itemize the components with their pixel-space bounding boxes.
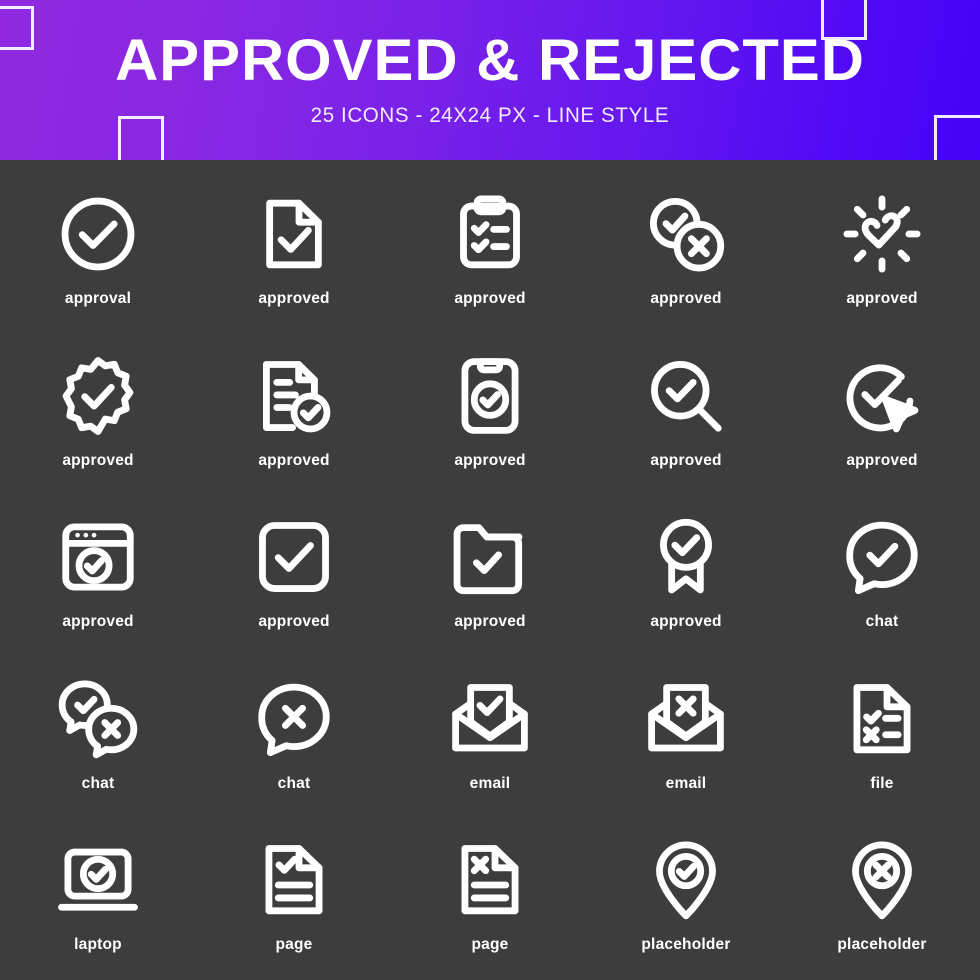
page-subtitle: 25 ICONS - 24X24 PX - LINE STYLE — [310, 104, 670, 127]
clipboard-checklist-icon[interactable] — [442, 186, 538, 282]
icon-label: approved — [846, 290, 918, 307]
chat-bubble-cross-icon[interactable] — [246, 671, 342, 767]
check-shine-burst-icon[interactable] — [834, 186, 930, 282]
envelope-open-cross-icon[interactable] — [638, 671, 734, 767]
icon-cell[interactable]: email — [392, 657, 588, 819]
chat-bubbles-check-cross-icon[interactable] — [50, 671, 146, 767]
envelope-open-check-icon[interactable] — [442, 671, 538, 767]
icon-cell[interactable]: placeholder — [784, 818, 980, 980]
check-circle-icon[interactable] — [50, 186, 146, 282]
map-pin-cross-icon[interactable] — [834, 832, 930, 928]
icon-cell[interactable]: approved — [196, 334, 392, 496]
icon-cell[interactable]: chat — [196, 657, 392, 819]
header-banner: APPROVED & REJECTED 25 ICONS - 24X24 PX … — [0, 0, 980, 160]
icon-cell[interactable]: email — [588, 657, 784, 819]
icon-label: chat — [81, 774, 115, 792]
icon-cell[interactable]: approved — [784, 172, 980, 334]
icon-label: approved — [258, 613, 330, 631]
page-check-lines-icon[interactable] — [246, 832, 342, 928]
icon-cell[interactable]: placeholder — [588, 818, 784, 980]
icon-label: approved — [258, 290, 330, 307]
browser-window-check-icon[interactable] — [50, 509, 146, 605]
badge-starburst-check-icon[interactable] — [50, 348, 146, 444]
icon-label: chat — [277, 774, 311, 792]
icon-cell[interactable]: page — [196, 818, 392, 980]
icon-cell[interactable]: page — [392, 818, 588, 980]
icon-label: approved — [62, 613, 134, 631]
icon-label: approval — [64, 290, 132, 307]
icon-cell[interactable]: approval — [0, 172, 196, 334]
icon-label: page — [471, 936, 509, 954]
laptop-check-icon[interactable] — [50, 832, 146, 928]
icon-cell[interactable]: approved — [0, 495, 196, 657]
icon-cell[interactable]: approved — [588, 172, 784, 334]
award-ribbon-check-icon[interactable] — [638, 509, 734, 605]
icon-cell[interactable]: approved — [0, 334, 196, 496]
mobile-check-icon[interactable] — [442, 348, 538, 444]
icon-label: email — [665, 774, 707, 792]
magnifier-check-icon[interactable] — [638, 348, 734, 444]
icon-cell[interactable]: chat — [0, 657, 196, 819]
icon-label: approved — [454, 451, 526, 469]
icon-label: approved — [454, 613, 526, 631]
circle-check-cursor-icon[interactable] — [834, 348, 930, 444]
icon-cell[interactable]: approved — [392, 172, 588, 334]
page-cross-lines-icon[interactable] — [442, 832, 538, 928]
page-title: APPROVED & REJECTED — [115, 28, 865, 93]
chat-bubble-check-icon[interactable] — [834, 509, 930, 605]
icon-label: laptop — [74, 936, 122, 954]
icon-cell[interactable]: file — [784, 657, 980, 819]
square-check-icon[interactable] — [246, 509, 342, 605]
icon-label: approved — [650, 613, 722, 631]
icon-label: approved — [454, 290, 526, 307]
icon-label: email — [469, 774, 511, 792]
check-cross-circles-icon[interactable] — [638, 186, 734, 282]
document-lines-check-icon[interactable] — [246, 348, 342, 444]
icon-label: placeholder — [837, 936, 927, 954]
icon-cell[interactable]: laptop — [0, 818, 196, 980]
icon-cell[interactable]: chat — [784, 495, 980, 657]
icon-label: placeholder — [641, 936, 731, 954]
icon-label: approved — [258, 451, 330, 469]
file-check-icon[interactable] — [246, 186, 342, 282]
icon-label: chat — [865, 613, 899, 631]
icon-label: approved — [846, 451, 918, 469]
map-pin-check-icon[interactable] — [638, 832, 734, 928]
icon-label: approved — [62, 451, 134, 469]
icon-cell[interactable]: approved — [588, 334, 784, 496]
icon-cell[interactable]: approved — [196, 172, 392, 334]
icon-cell[interactable]: approved — [196, 495, 392, 657]
icon-label: approved — [650, 451, 722, 469]
file-checklist-cross-icon[interactable] — [834, 671, 930, 767]
icon-label: page — [275, 936, 313, 954]
icon-label: approved — [650, 290, 722, 307]
icon-grid: approval approved approved approved approved… — [0, 160, 980, 980]
icon-cell[interactable]: approved — [392, 495, 588, 657]
icon-cell[interactable]: approved — [392, 334, 588, 496]
folder-check-icon[interactable] — [442, 509, 538, 605]
icon-cell[interactable]: approved — [784, 334, 980, 496]
icon-cell[interactable]: approved — [588, 495, 784, 657]
icon-label: file — [870, 774, 894, 792]
